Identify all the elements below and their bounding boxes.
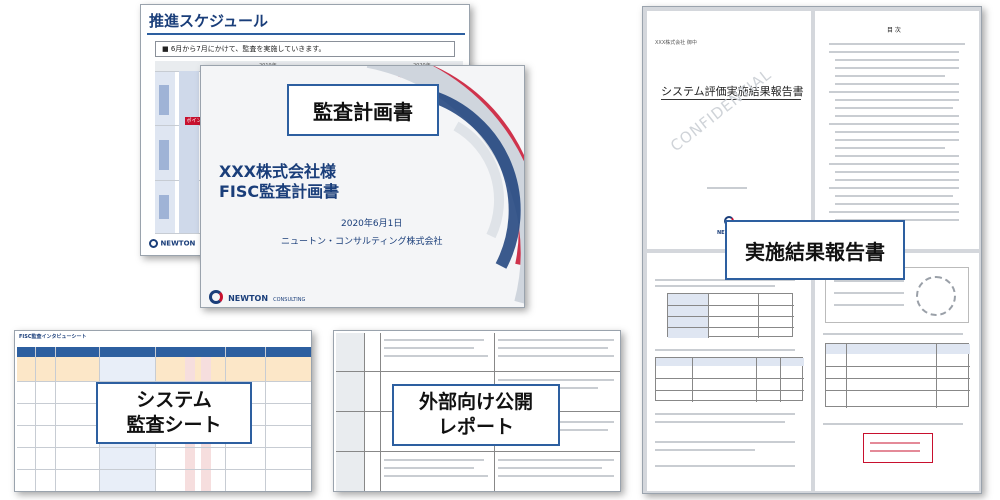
cover-date: 2020年6月1日 [341,219,403,229]
schedule-title: 推進スケジュール [149,12,268,30]
newton-logo-icon [149,239,158,248]
sheet-header-row [17,347,311,357]
report-toc-page: 目 次 [815,11,979,249]
report-body-page-1 [647,253,811,491]
bullet-icon: ■ [162,45,171,53]
ext-left-col [336,333,364,491]
report-body-page-2 [815,253,979,491]
report-watermark: CONFIDENTIAL [667,65,776,156]
gantt-row-3-label [159,195,169,219]
schedule-title-underline [147,33,465,35]
report-cover-page: XXX株式会社 御中 システム評価実施結果報告書 CONFIDENTIAL NE… [647,11,811,249]
report-table-1 [667,293,794,338]
audit-plan-callout: 監査計画書 [287,84,439,136]
schedule-bullet-box: ■ 6月から7月にかけて、監査を実施していきます。 [155,41,455,57]
report-table-3 [825,343,970,408]
toc-title: 目 次 [887,27,901,34]
logo-sub: CONSULTING [273,297,306,303]
external-report-callout: 外部向け公開 レポート [392,384,560,446]
audit-sheet-callout: システム 監査シート [96,382,252,444]
schedule-logo: NEWTON [149,239,195,248]
cover-title-line2: FISC監査計画書 [219,182,340,201]
newton-logo-icon [209,289,223,304]
logo-main: NEWTON [228,294,269,303]
cover-logo: NEWTON CONSULTING [209,286,305,305]
sheet-title: FISC監査インタビューシート [19,334,87,340]
schedule-bullet-text: 6月から7月にかけて、監査を実施していきます。 [170,45,326,53]
gantt-row-2-label [159,140,169,170]
report-callout: 実施結果報告書 [725,220,905,280]
gantt-row-1-label [159,85,169,115]
report-table-2 [655,357,804,402]
cover-company: ニュートン・コンサルティング株式会社 [281,237,443,247]
gantt-project-bar [179,71,199,233]
sheet-highlight-row [17,357,311,381]
report-recipient: XXX株式会社 御中 [655,40,697,46]
report-red-box [863,433,933,463]
